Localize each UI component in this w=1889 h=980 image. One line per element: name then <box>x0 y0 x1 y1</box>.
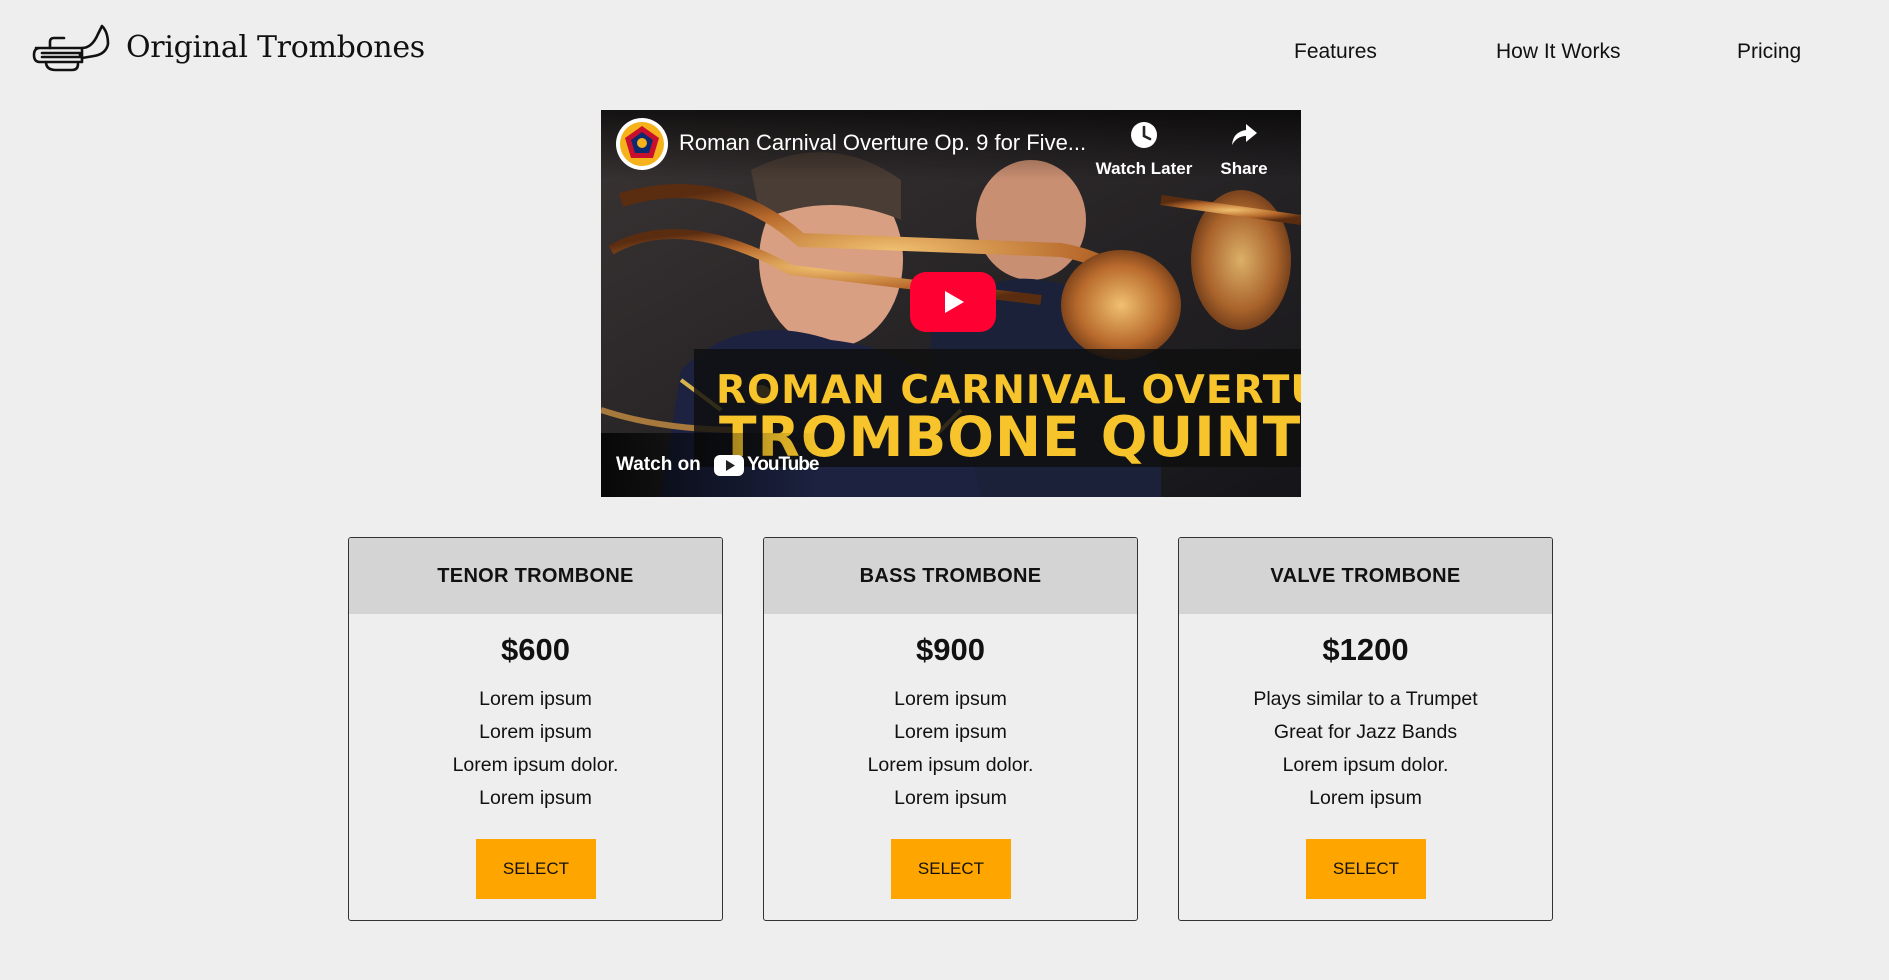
play-icon <box>945 291 964 313</box>
feature-item: Lorem ipsum <box>1309 787 1422 809</box>
channel-avatar[interactable] <box>616 118 668 170</box>
watch-later-label: Watch Later <box>1095 159 1193 178</box>
nav-pricing-link[interactable]: Pricing <box>1737 40 1801 64</box>
video-title[interactable]: Roman Carnival Overture Op. 9 for Five..… <box>679 130 1086 156</box>
feature-list: Lorem ipsum Lorem ipsum Lorem ipsum dolo… <box>349 683 722 815</box>
card-price: $900 <box>916 632 985 667</box>
card-title: VALVE TROMBONE <box>1179 538 1552 614</box>
select-bass-button[interactable]: SELECT <box>891 839 1011 899</box>
feature-item: Plays similar to a Trumpet <box>1253 688 1478 710</box>
feature-item: Lorem ipsum <box>479 721 592 743</box>
product-card-valve: VALVE TROMBONE $1200 Plays similar to a … <box>1178 537 1553 921</box>
feature-list: Plays similar to a Trumpet Great for Jaz… <box>1179 683 1552 815</box>
nav-features-link[interactable]: Features <box>1294 40 1377 64</box>
feature-item: Lorem ipsum <box>894 688 1007 710</box>
feature-item: Lorem ipsum dolor. <box>1282 754 1449 776</box>
share-label: Share <box>1220 159 1268 178</box>
feature-item: Lorem ipsum <box>894 721 1007 743</box>
channel-emblem-icon <box>620 122 664 166</box>
watch-on-label: Watch on <box>616 454 701 475</box>
watch-later-button[interactable]: Watch Later <box>1094 120 1194 179</box>
card-price: $1200 <box>1322 632 1409 667</box>
card-price: $600 <box>501 632 570 667</box>
share-icon <box>1232 124 1257 145</box>
clock-icon <box>1131 122 1157 148</box>
site-header: Original Trombones Features How It Works… <box>0 0 1889 104</box>
feature-item: Lorem ipsum dolor. <box>452 754 619 776</box>
video-embed[interactable]: Roman Carnival Overture Op. 9 for Five..… <box>601 110 1301 497</box>
trombone-icon[interactable] <box>32 22 110 76</box>
feature-item: Lorem ipsum dolor. <box>867 754 1034 776</box>
feature-item: Lorem ipsum <box>479 688 592 710</box>
brand-title: Original Trombones <box>126 30 425 65</box>
feature-item: Lorem ipsum <box>479 787 592 809</box>
youtube-logo: YouTube <box>714 454 819 476</box>
product-card-tenor: TENOR TROMBONE $600 Lorem ipsum Lorem ip… <box>348 537 723 921</box>
card-title: BASS TROMBONE <box>764 538 1137 614</box>
card-title: TENOR TROMBONE <box>349 538 722 614</box>
share-button[interactable]: Share <box>1214 120 1274 179</box>
select-valve-button[interactable]: SELECT <box>1306 839 1426 899</box>
watch-on-youtube-link[interactable]: Watch on YouTube <box>601 433 821 497</box>
product-card-bass: BASS TROMBONE $900 Lorem ipsum Lorem ips… <box>763 537 1138 921</box>
play-button[interactable] <box>910 272 996 332</box>
youtube-icon <box>714 454 744 476</box>
feature-item: Lorem ipsum <box>894 787 1007 809</box>
nav-how-it-works-link[interactable]: How It Works <box>1496 40 1620 64</box>
select-tenor-button[interactable]: SELECT <box>476 839 596 899</box>
feature-item: Great for Jazz Bands <box>1273 721 1458 743</box>
youtube-wordmark: YouTube <box>747 454 819 475</box>
feature-list: Lorem ipsum Lorem ipsum Lorem ipsum dolo… <box>764 683 1137 815</box>
